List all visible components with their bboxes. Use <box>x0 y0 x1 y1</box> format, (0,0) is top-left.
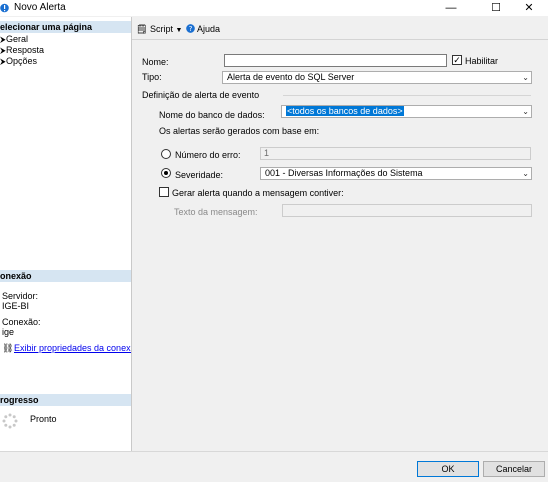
view-connection-properties-link[interactable]: ⛓Exibir propriedades da conexã <box>2 343 131 354</box>
db-name-label: Nome do banco de dados: <box>159 110 265 120</box>
ok-button[interactable]: OK <box>417 461 479 477</box>
connection-value: ige <box>2 327 15 337</box>
close-button[interactable]: ✕ <box>514 0 544 16</box>
enable-label: Habilitar <box>465 56 499 66</box>
sidebar-item-geral[interactable]: ⮞Geral <box>0 34 28 45</box>
connection-label: Conexão: <box>2 317 41 327</box>
sidebar: elecionar uma página ⮞Geral ⮞Resposta ⮞O… <box>0 17 132 451</box>
name-input[interactable] <box>224 54 447 67</box>
server-value: IGE-BI <box>2 301 30 311</box>
connection-properties-icon: ⛓ <box>2 343 14 353</box>
progress-spinner-icon <box>2 413 18 429</box>
chevron-down-icon: ⌄ <box>522 73 529 82</box>
error-number-input[interactable]: 1 <box>260 147 531 160</box>
button-bar: OK Cancelar <box>0 451 548 482</box>
toolbar: 🗒 Script ▼ ? Ajuda <box>132 20 548 38</box>
type-label: Tipo: <box>142 72 162 82</box>
window-title: Novo Alerta <box>14 2 66 13</box>
toolbar-separator <box>132 39 548 40</box>
sidebar-item-resposta[interactable]: ⮞Resposta <box>0 45 44 56</box>
raise-when-checkbox[interactable] <box>159 187 169 197</box>
sidebar-item-opcoes[interactable]: ⮞Opções <box>0 56 37 67</box>
enable-checkbox[interactable]: ✓ <box>452 55 462 65</box>
help-icon: ? <box>186 24 195 33</box>
name-label: Nome: <box>142 57 169 67</box>
progress-status: Pronto <box>30 414 57 424</box>
connection-header: onexão <box>0 270 131 282</box>
error-number-label: Número do erro: <box>175 150 241 160</box>
alert-icon <box>0 3 9 13</box>
title-bar: Novo Alerta — ☐ ✕ <box>0 0 548 16</box>
maximize-button[interactable]: ☐ <box>481 0 511 16</box>
help-button[interactable]: ? Ajuda <box>186 22 220 36</box>
message-text-label: Texto da mensagem: <box>174 207 258 217</box>
db-name-select[interactable]: <todos os bancos de dados> ⌄ <box>281 105 532 118</box>
progress-header: rogresso <box>0 394 131 406</box>
based-on-text: Os alertas serão gerados com base em: <box>159 126 320 136</box>
dialog-window: Novo Alerta — ☐ ✕ elecionar uma página ⮞… <box>0 0 548 482</box>
type-select[interactable]: Alerta de evento do SQL Server ⌄ <box>222 71 532 84</box>
severity-radio[interactable] <box>161 168 171 178</box>
error-number-radio[interactable] <box>161 149 171 159</box>
severity-select[interactable]: 001 - Diversas Informações do Sistema ⌄ <box>260 167 532 180</box>
event-definition-label: Definição de alerta de evento <box>142 90 260 100</box>
cancel-button[interactable]: Cancelar <box>483 461 545 477</box>
chevron-down-icon: ⌄ <box>522 169 529 178</box>
group-divider <box>283 95 531 96</box>
script-icon: 🗒 <box>136 24 148 34</box>
svg-text:?: ? <box>189 24 193 33</box>
minimize-button[interactable]: — <box>436 0 466 16</box>
server-label: Servidor: <box>2 291 39 301</box>
chevron-down-icon: ▼ <box>175 27 183 34</box>
message-text-input[interactable] <box>282 204 532 217</box>
select-page-header: elecionar uma página <box>0 21 131 33</box>
raise-when-label: Gerar alerta quando a mensagem contiver: <box>172 188 344 198</box>
chevron-down-icon: ⌄ <box>522 107 529 116</box>
script-button[interactable]: 🗒 Script ▼ <box>136 22 182 36</box>
severity-label: Severidade: <box>175 170 224 180</box>
